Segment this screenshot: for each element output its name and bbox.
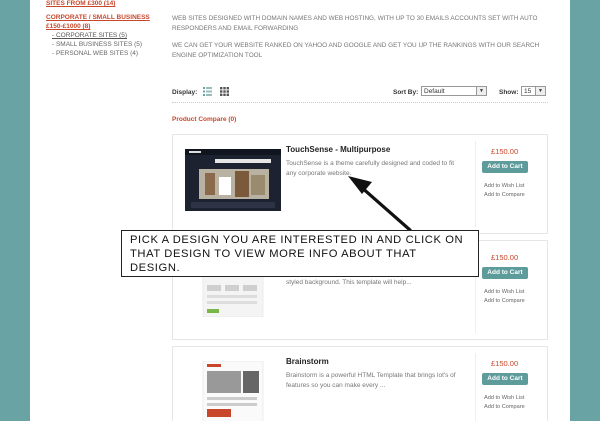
- subcategory-personal-web-sites[interactable]: - PERSONAL WEB SITES (4): [46, 49, 161, 58]
- add-to-compare-link[interactable]: Add to Compare: [484, 298, 525, 304]
- show-count-value: 15: [524, 88, 532, 95]
- category-group: CORPORATE / SMALL BUSINESS £150-£1000 (8…: [46, 13, 161, 58]
- sort-by-label: Sort By:: [393, 89, 419, 96]
- product-description: styled background. This template will he…: [286, 279, 412, 286]
- product-description: Brainstorm is a powerful HTML Template t…: [286, 372, 456, 389]
- grid-view-icon[interactable]: [220, 87, 229, 96]
- category-title-line2: £150-£1000 (8): [46, 23, 91, 30]
- main-content: WEB SITES DESIGNED WITH DOMAIN NAMES AND…: [172, 0, 552, 421]
- divider: [475, 353, 476, 421]
- intro-paragraph-seo: WE CAN GET YOUR WEBSITE RANKED ON YAHOO …: [172, 42, 540, 59]
- product-card-touchsense: TouchSense - Multipurpose TouchSense is …: [172, 134, 548, 234]
- add-to-wish-list-link[interactable]: Add to Wish List: [484, 289, 524, 295]
- divider: [475, 141, 476, 227]
- product-price: £150.00: [491, 359, 519, 368]
- add-to-compare-link[interactable]: Add to Compare: [484, 404, 525, 410]
- add-to-compare-link[interactable]: Add to Compare: [484, 192, 525, 198]
- product-thumbnail-touchsense[interactable]: [185, 149, 281, 211]
- product-price: £150.00: [491, 253, 519, 262]
- product-name[interactable]: Brainstorm: [286, 357, 329, 366]
- list-view-icon[interactable]: [203, 87, 212, 96]
- instruction-text: Pick a design you are interested in and …: [130, 234, 464, 274]
- category-title-line1: CORPORATE / SMALL BUSINESS: [46, 14, 150, 21]
- intro-text: WEB SITES DESIGNED WITH DOMAIN NAMES AND…: [172, 14, 552, 61]
- show-count-select[interactable]: 15 ▼: [521, 86, 546, 96]
- product-toolbar: Display: Sort By: Default ▼ Show: 15 ▼: [172, 86, 548, 103]
- product-price: £150.00: [491, 147, 519, 156]
- chevron-down-icon: ▼: [476, 87, 486, 95]
- product-card-brainstorm: Brainstorm Brainstorm is a powerful HTML…: [172, 346, 548, 421]
- category-link-corporate-small-business[interactable]: CORPORATE / SMALL BUSINESS £150-£1000 (8…: [46, 13, 161, 31]
- add-to-wish-list-link[interactable]: Add to Wish List: [484, 395, 524, 401]
- subcategory-small-business-sites[interactable]: - SMALL BUSINESS SITES (5): [46, 40, 161, 49]
- product-name[interactable]: TouchSense - Multipurpose: [286, 145, 390, 154]
- show-label: Show:: [499, 89, 519, 96]
- product-description: TouchSense is a theme carefully designed…: [286, 160, 455, 177]
- add-to-cart-button[interactable]: Add to Cart: [482, 267, 528, 279]
- category-link-sites-from-300[interactable]: SITES FROM £300 (14): [46, 0, 161, 8]
- product-thumbnail-brainstorm[interactable]: [185, 361, 281, 421]
- add-to-wish-list-link[interactable]: Add to Wish List: [484, 183, 524, 189]
- sort-by-value: Default: [424, 88, 445, 95]
- page: SITES FROM £300 (14) CORPORATE / SMALL B…: [30, 0, 570, 421]
- add-to-cart-button[interactable]: Add to Cart: [482, 161, 528, 173]
- sort-by-select[interactable]: Default ▼: [421, 86, 487, 96]
- add-to-cart-button[interactable]: Add to Cart: [482, 373, 528, 385]
- subcategory-corporate-sites[interactable]: - CORPORATE SITES (5): [46, 31, 161, 40]
- intro-paragraph-hosting: WEB SITES DESIGNED WITH DOMAIN NAMES AND…: [172, 15, 538, 32]
- chevron-down-icon: ▼: [535, 87, 545, 95]
- product-compare-link[interactable]: Product Compare (0): [172, 116, 236, 123]
- category-sidebar: SITES FROM £300 (14) CORPORATE / SMALL B…: [46, 0, 161, 58]
- instruction-callout: Pick a design you are interested in and …: [121, 230, 479, 277]
- display-label: Display:: [172, 89, 198, 96]
